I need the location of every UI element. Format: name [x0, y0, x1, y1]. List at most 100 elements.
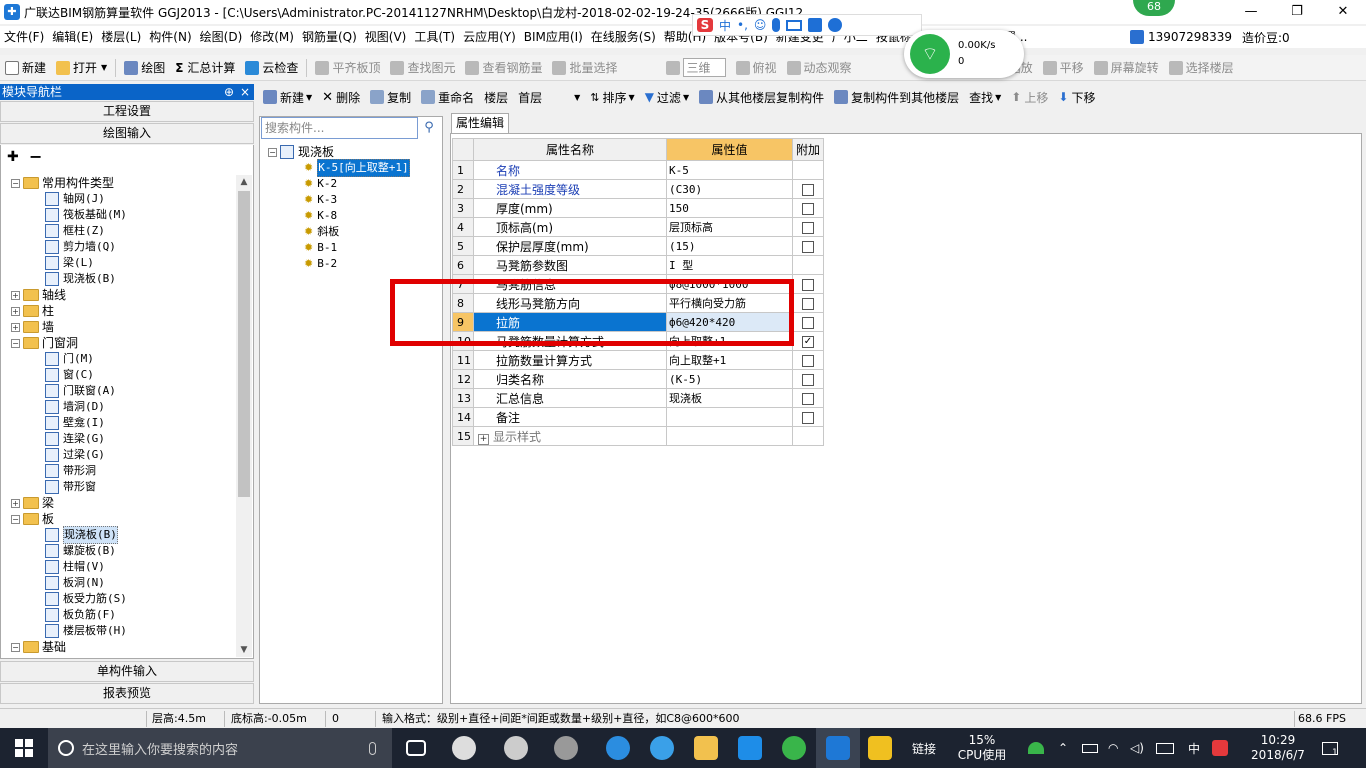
- component-list-item[interactable]: ✹ B-2: [304, 256, 337, 272]
- maximize-button[interactable]: ❐: [1274, 0, 1320, 24]
- extra-cell[interactable]: [792, 369, 824, 389]
- collapse-toggle-icon[interactable]: −: [268, 147, 277, 157]
- nav-tree-item[interactable]: 过梁(G): [45, 447, 105, 463]
- ie-icon[interactable]: [494, 728, 538, 768]
- pan-button[interactable]: 平移: [1038, 57, 1089, 79]
- scroll-down-icon[interactable]: ▼: [236, 643, 252, 657]
- property-value-cell[interactable]: [666, 426, 793, 446]
- floor-select[interactable]: 首层 ▼: [513, 87, 585, 107]
- chevron-up-icon[interactable]: ⌃: [1058, 728, 1068, 768]
- nav-tree-folder[interactable]: − 板: [11, 511, 54, 527]
- extra-cell[interactable]: [792, 217, 824, 237]
- extra-cell[interactable]: [792, 198, 824, 218]
- component-list-item[interactable]: ✹ B-1: [304, 240, 337, 256]
- microphone-icon[interactable]: [369, 741, 376, 755]
- property-value-cell[interactable]: 向上取整+1: [666, 350, 793, 370]
- nav-tree-item[interactable]: 楼层板带(H): [45, 623, 127, 639]
- extra-cell[interactable]: [792, 350, 824, 370]
- user-phone[interactable]: 13907298339: [1148, 30, 1232, 44]
- menu-item[interactable]: 云应用(Y): [459, 26, 520, 48]
- extra-cell[interactable]: [792, 407, 824, 427]
- draw-input-button[interactable]: 绘图输入: [0, 123, 254, 144]
- property-row[interactable]: 1 名称 K-5: [452, 160, 824, 180]
- component-search-input[interactable]: 搜索构件...: [261, 117, 418, 139]
- extra-cell[interactable]: ✓: [792, 331, 824, 351]
- checkbox[interactable]: [802, 202, 814, 215]
- nav-scrollbar[interactable]: ▲ ▼: [236, 175, 252, 657]
- notification-center-icon[interactable]: 1: [1322, 728, 1338, 768]
- property-row[interactable]: 4 顶标高(m) 层顶标高: [452, 217, 824, 237]
- ggj-app-icon[interactable]: [728, 728, 772, 768]
- dynamic-view-button[interactable]: 动态观察: [782, 57, 857, 79]
- expand-toggle-icon[interactable]: +: [11, 498, 20, 508]
- filter-button[interactable]: ▼ 过滤 ▼: [640, 87, 694, 107]
- menu-item[interactable]: 在线服务(S): [587, 26, 660, 48]
- property-value-cell[interactable]: I 型: [666, 255, 793, 275]
- delete-button[interactable]: ✕ 删除: [317, 87, 365, 107]
- nav-tree-item[interactable]: 柱帽(V): [45, 559, 105, 575]
- pin-icon[interactable]: ⊕: [224, 84, 234, 100]
- property-value-cell[interactable]: 平行横向受力筋: [666, 293, 793, 313]
- start-button[interactable]: [0, 728, 48, 768]
- property-name-header[interactable]: 属性名称: [473, 138, 667, 161]
- top-view-button[interactable]: 俯视: [731, 57, 782, 79]
- user-info[interactable]: 13907298339 造价豆:0: [1130, 26, 1290, 48]
- property-row[interactable]: 14 备注: [452, 407, 824, 427]
- find-button[interactable]: 查找 ▼: [964, 87, 1006, 107]
- ie-blue-icon[interactable]: [640, 728, 684, 768]
- single-input-button[interactable]: 单构件输入: [0, 661, 254, 682]
- ime-punct[interactable]: •,: [737, 18, 748, 32]
- property-value-cell[interactable]: 层顶标高: [666, 217, 793, 237]
- property-row[interactable]: 8 线形马凳筋方向 平行横向受力筋: [452, 293, 824, 313]
- property-row[interactable]: 7 马凳筋信息 ф8@1000*1000: [452, 274, 824, 294]
- keyboard-tray-icon[interactable]: [1156, 728, 1174, 768]
- copy-from-floor-button[interactable]: 从其他楼层复制构件: [694, 87, 829, 107]
- cloud-check-button[interactable]: 云检查: [240, 57, 303, 79]
- nav-tree-folder[interactable]: + 柱: [11, 303, 54, 319]
- extra-cell[interactable]: [792, 312, 824, 332]
- nav-tree-folder[interactable]: − 门窗洞: [11, 335, 78, 351]
- nav-tree-item[interactable]: 板洞(N): [45, 575, 105, 591]
- property-value-cell[interactable]: ф6@420*420: [666, 312, 793, 332]
- select-floor-button[interactable]: 选择楼层: [1164, 57, 1239, 79]
- property-row[interactable]: 5 保护层厚度(mm) (15): [452, 236, 824, 256]
- nav-tree-folder[interactable]: − 常用构件类型: [11, 175, 114, 191]
- rename-button[interactable]: 重命名: [416, 87, 479, 107]
- menu-item[interactable]: 工具(T): [410, 26, 459, 48]
- new-button[interactable]: 新建: [0, 57, 51, 79]
- nav-tree-item[interactable]: 板受力筋(S): [45, 591, 127, 607]
- nav-tree-folder[interactable]: + 梁: [11, 495, 54, 511]
- find-element-button[interactable]: 查找图元: [385, 57, 460, 79]
- extra-cell[interactable]: [792, 274, 824, 294]
- minimize-button[interactable]: —: [1228, 0, 1274, 24]
- property-value-cell[interactable]: 现浇板: [666, 388, 793, 408]
- property-value-cell[interactable]: [666, 407, 793, 427]
- network-speed-widget[interactable]: ⌔ 0.00K/s 0: [904, 30, 1024, 78]
- property-row[interactable]: 12 归类名称 (K-5): [452, 369, 824, 389]
- close-button[interactable]: ✕: [1320, 0, 1366, 24]
- search-icon[interactable]: ⚲: [420, 119, 438, 137]
- nav-tree-folder[interactable]: + 轴线: [11, 287, 66, 303]
- expand-toggle-icon[interactable]: +: [478, 433, 489, 445]
- cpu-usage-widget[interactable]: 15% CPU使用: [956, 728, 1008, 768]
- checkbox-checked[interactable]: ✓: [802, 335, 814, 348]
- property-value-cell[interactable]: ф8@1000*1000: [666, 274, 793, 294]
- flat-top-button[interactable]: 平齐板顶: [310, 57, 385, 79]
- checkbox[interactable]: [802, 392, 814, 405]
- nav-tree-item[interactable]: 螺旋板(B): [45, 543, 116, 559]
- glodon-app-icon[interactable]: [816, 728, 860, 768]
- nav-tree-item[interactable]: 壁龛(I): [45, 415, 105, 431]
- component-list-item[interactable]: ✹ K-8: [304, 208, 337, 224]
- nav-tree-item[interactable]: 框柱(Z): [45, 223, 105, 239]
- wifi-tray-icon[interactable]: [1028, 728, 1044, 768]
- move-up-button[interactable]: ⬆ 上移: [1006, 87, 1053, 107]
- checkbox[interactable]: [802, 183, 814, 196]
- checkbox[interactable]: [802, 240, 814, 253]
- file-explorer-icon[interactable]: [684, 728, 728, 768]
- edge-icon[interactable]: [596, 728, 640, 768]
- microphone-icon[interactable]: [772, 18, 781, 32]
- expand-all-icon[interactable]: ✚: [7, 149, 19, 165]
- scroll-up-icon[interactable]: ▲: [236, 175, 252, 189]
- collapse-toggle-icon[interactable]: −: [11, 642, 20, 652]
- copy-to-floor-button[interactable]: 复制构件到其他楼层: [829, 87, 964, 107]
